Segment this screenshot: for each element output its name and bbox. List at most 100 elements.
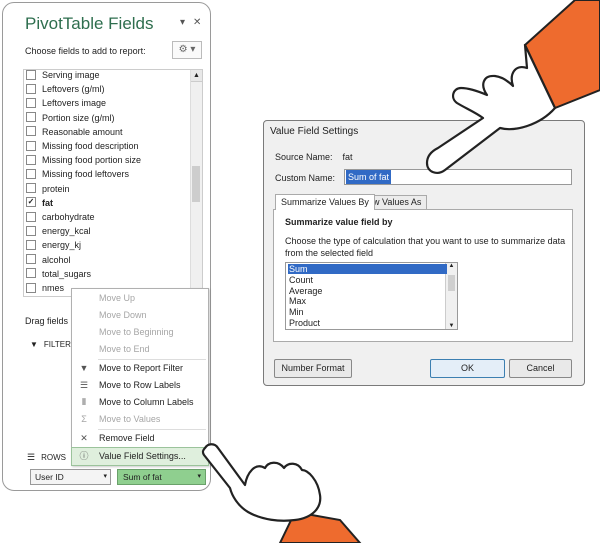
filter-icon: ▼ xyxy=(79,363,89,373)
scroll-thumb[interactable] xyxy=(448,275,455,291)
field-checkbox[interactable] xyxy=(26,83,36,94)
function-option[interactable]: Product xyxy=(288,318,447,328)
field-label: nmes xyxy=(42,283,65,293)
field-checkbox[interactable] xyxy=(26,254,36,265)
field-item[interactable]: Reasonable amount xyxy=(26,125,123,139)
function-option[interactable]: Count xyxy=(288,275,447,285)
field-checkbox[interactable] xyxy=(26,183,36,194)
scroll-thumb[interactable] xyxy=(192,166,200,202)
field-item[interactable]: energy_kj xyxy=(26,238,81,252)
rows-field-label: User ID xyxy=(35,472,64,482)
function-option[interactable]: Min xyxy=(288,307,447,317)
field-checkbox[interactable] xyxy=(26,240,36,251)
info-settings-icon: ⓘ xyxy=(79,451,89,461)
menu-item-label: Move Down xyxy=(99,310,147,320)
menu-item-label: Move to Report Filter xyxy=(99,363,184,373)
field-item[interactable]: energy_kcal xyxy=(26,224,91,238)
menu-item-remove-field[interactable]: ✕ Remove Field xyxy=(72,430,208,447)
function-listbox[interactable]: ▲ ▼ Sum Count Average Max Min Product xyxy=(285,262,458,330)
field-item[interactable]: ✓ fat xyxy=(26,196,53,210)
field-label: Missing food portion size xyxy=(42,155,142,166)
field-checkbox[interactable]: ✓ xyxy=(26,197,36,208)
field-label: fat xyxy=(42,197,53,208)
field-item[interactable]: Missing food description xyxy=(26,139,139,153)
menu-item-move-to-values[interactable]: Σ Move to Values xyxy=(72,411,208,428)
menu-item-move-to-column-labels[interactable]: ⦀ Move to Column Labels xyxy=(72,394,208,411)
field-checkbox[interactable] xyxy=(26,70,36,80)
field-item[interactable]: nmes xyxy=(26,281,64,295)
summarize-description: Choose the type of calculation that you … xyxy=(285,236,566,258)
menu-item-move-to-report-filter[interactable]: ▼ Move to Report Filter xyxy=(72,360,208,377)
menu-item-move-up[interactable]: Move Up xyxy=(72,290,208,307)
rows-area[interactable]: ☰ ROWS xyxy=(27,452,66,463)
menu-item-move-to-row-labels[interactable]: ☰ Move to Row Labels xyxy=(72,377,208,394)
field-item[interactable]: Serving image xyxy=(26,70,100,82)
pointing-hand-icon xyxy=(201,443,362,543)
cancel-button[interactable]: Cancel xyxy=(509,359,572,378)
field-label: carbohydrate xyxy=(42,212,95,222)
filter-icon: ▼ xyxy=(30,340,38,349)
field-item[interactable]: alcohol xyxy=(26,253,71,267)
field-item[interactable]: retinol xyxy=(26,295,67,296)
chevron-down-icon: ▾ xyxy=(103,473,107,480)
field-item[interactable]: carbohydrate xyxy=(26,210,95,224)
summarize-tab-panel: Summarize value field by Choose the type… xyxy=(273,209,573,342)
dropdown-arrow-icon[interactable]: ▾ xyxy=(180,17,185,28)
field-label: Missing food description xyxy=(42,141,139,151)
sigma-icon: Σ xyxy=(81,414,87,424)
field-checkbox[interactable] xyxy=(26,268,36,279)
filters-area[interactable]: ▼ FILTERS xyxy=(30,340,76,349)
field-checkbox[interactable] xyxy=(26,98,36,109)
tools-button[interactable]: ⚙ ▾ xyxy=(172,41,202,59)
values-field-label: Sum of fat xyxy=(123,472,162,482)
function-option[interactable]: Max xyxy=(288,296,447,306)
field-checkbox[interactable] xyxy=(26,211,36,222)
menu-item-move-to-end[interactable]: Move to End xyxy=(72,341,208,358)
field-list-scrollbar[interactable]: ▲ xyxy=(190,70,202,296)
dialog-title: Value Field Settings xyxy=(270,126,359,137)
tab-summarize-values-by[interactable]: Summarize Values By xyxy=(275,194,375,210)
rows-icon: ☰ xyxy=(27,452,36,462)
source-name-label: Source Name: xyxy=(275,152,333,162)
field-checkbox[interactable] xyxy=(26,126,36,137)
field-checkbox[interactable] xyxy=(26,112,36,123)
rows-field-pill[interactable]: User ID ▾ xyxy=(30,469,111,485)
scroll-up-icon[interactable]: ▲ xyxy=(446,263,457,269)
field-checkbox[interactable] xyxy=(26,169,36,180)
field-label: protein xyxy=(42,183,70,194)
custom-name-value: Sum of fat xyxy=(346,170,392,184)
columns-icon: ⦀ xyxy=(82,397,86,407)
menu-item-move-to-beginning[interactable]: Move to Beginning xyxy=(72,324,208,341)
field-item[interactable]: protein xyxy=(26,182,70,196)
number-format-button[interactable]: Number Format xyxy=(274,359,352,378)
scroll-down-icon[interactable]: ▼ xyxy=(446,323,457,329)
menu-item-move-down[interactable]: Move Down xyxy=(72,307,208,324)
field-label: energy_kj xyxy=(42,240,82,251)
rows-label: ROWS xyxy=(41,453,66,462)
field-item[interactable]: Missing food portion size xyxy=(26,153,141,167)
field-label: Serving image xyxy=(42,70,100,80)
menu-item-value-field-settings[interactable]: ⓘ Value Field Settings... xyxy=(71,447,209,466)
function-option[interactable]: Average xyxy=(288,286,447,296)
field-item[interactable]: Leftovers (g/ml) xyxy=(26,82,105,96)
field-checkbox[interactable] xyxy=(26,225,36,236)
field-item[interactable]: Portion size (g/ml) xyxy=(26,111,115,125)
field-label: alcohol xyxy=(42,254,71,265)
field-item[interactable]: total_sugars xyxy=(26,267,91,281)
field-checkbox[interactable] xyxy=(26,282,36,293)
ok-button[interactable]: OK xyxy=(430,359,505,378)
scroll-up-icon[interactable]: ▲ xyxy=(191,70,202,82)
function-option[interactable]: Sum xyxy=(288,264,447,274)
field-item[interactable]: Leftovers image xyxy=(26,96,106,110)
field-context-menu: Move Up Move Down Move to Beginning Move to… xyxy=(71,288,209,466)
field-checkbox[interactable] xyxy=(26,140,36,151)
gear-icon: ⚙ xyxy=(178,44,188,55)
field-item[interactable]: Missing food leftovers xyxy=(26,167,129,181)
values-field-pill[interactable]: Sum of fat ▾ xyxy=(117,469,206,485)
field-checkbox[interactable] xyxy=(26,154,36,165)
source-name-value: fat xyxy=(342,152,353,162)
menu-item-label: Move to Row Labels xyxy=(99,380,181,390)
close-icon[interactable]: ✕ xyxy=(193,17,201,28)
field-list[interactable]: ▲ Serving image Leftovers (g/ml) Leftovers … xyxy=(23,69,203,297)
field-label: Leftovers image xyxy=(42,98,107,109)
